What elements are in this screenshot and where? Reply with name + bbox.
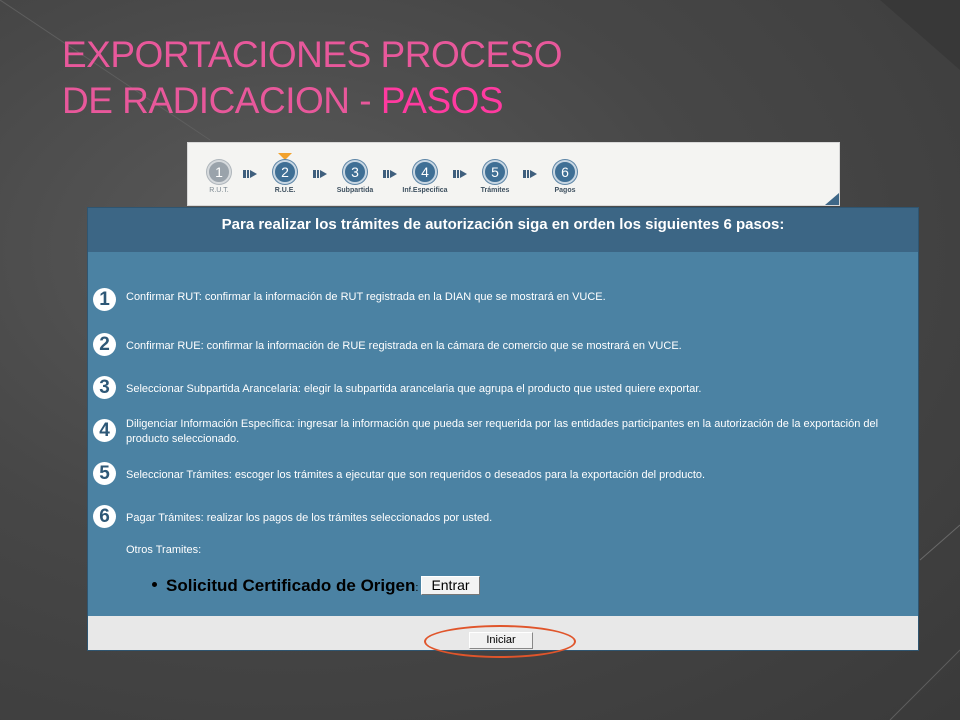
entrar-button[interactable]: Entrar [421, 576, 480, 595]
step-label-5: Trámites [480, 187, 510, 194]
title-line-2-accent: PASOS [380, 80, 504, 121]
step-number-5: 5 [483, 160, 507, 184]
instructions-panel: Para realizar los trámites de autorizaci… [87, 207, 919, 651]
step-number-1: 1 [207, 160, 231, 184]
step-6-number-icon: 6 [93, 505, 116, 528]
step-label-4: Inf.Especifica [402, 187, 448, 194]
current-step-marker-icon [278, 153, 292, 160]
solicitud-label: Solicitud Certificado de Origen [166, 576, 416, 595]
title-line-2-prefix: DE RADICACION - [62, 80, 381, 121]
instruction-text-3: Seleccionar Subpartida Arancelaria: eleg… [126, 383, 702, 395]
step-4-number-icon: 4 [93, 419, 116, 442]
step-label-1: R.U.T. [209, 187, 229, 194]
solicitud-item: Solicitud Certificado de Origen: Entrar [152, 576, 480, 596]
iniciar-highlight-ellipse [424, 625, 576, 658]
step-5-number-icon: 5 [93, 462, 116, 485]
instruction-text-1: Confirmar RUT: confirmar la información … [126, 291, 606, 303]
slide-title: EXPORTACIONES PROCESO DE RADICACION - PA… [62, 32, 563, 124]
step-label-6: Pagos [554, 187, 576, 194]
wizard-step-2[interactable]: 2 R.U.E. [250, 160, 320, 194]
panel-header: Para realizar los trámites de autorizaci… [88, 208, 918, 252]
step-label-2: R.U.E. [274, 187, 296, 194]
step-3-number-icon: 3 [93, 376, 116, 399]
step-number-2: 2 [273, 160, 297, 184]
step-number-6: 6 [553, 160, 577, 184]
wizard-step-4[interactable]: 4 Inf.Especifica [390, 160, 460, 194]
title-line-1: EXPORTACIONES PROCESO [62, 34, 563, 75]
instruction-text-2: Confirmar RUE: confirmar la información … [126, 340, 682, 352]
bullet-icon [152, 582, 157, 588]
step-number-4: 4 [413, 160, 437, 184]
wizard-steps-bar: 1 R.U.T. 2 R.U.E. 3 Subpartida 4 Inf.Esp… [187, 142, 840, 206]
step-1-number-icon: 1 [93, 288, 116, 311]
wizard-step-5[interactable]: 5 Trámites [460, 160, 530, 194]
wizard-step-3[interactable]: 3 Subpartida [320, 160, 390, 194]
instruction-text-4: Diligenciar Información Específica: ingr… [126, 418, 879, 445]
step-label-3: Subpartida [336, 187, 374, 194]
step-2-number-icon: 2 [93, 333, 116, 356]
instruction-text-5: Seleccionar Trámites: escoger los trámit… [126, 469, 706, 481]
wizard-step-6[interactable]: 6 Pagos [530, 160, 600, 194]
otros-tramites-label: Otros Tramites: [126, 544, 202, 556]
instruction-text-6: Pagar Trámites: realizar los pagos de lo… [126, 512, 493, 524]
solicitud-colon: : [415, 582, 419, 594]
wizard-tab-corner [825, 193, 839, 205]
step-number-3: 3 [343, 160, 367, 184]
